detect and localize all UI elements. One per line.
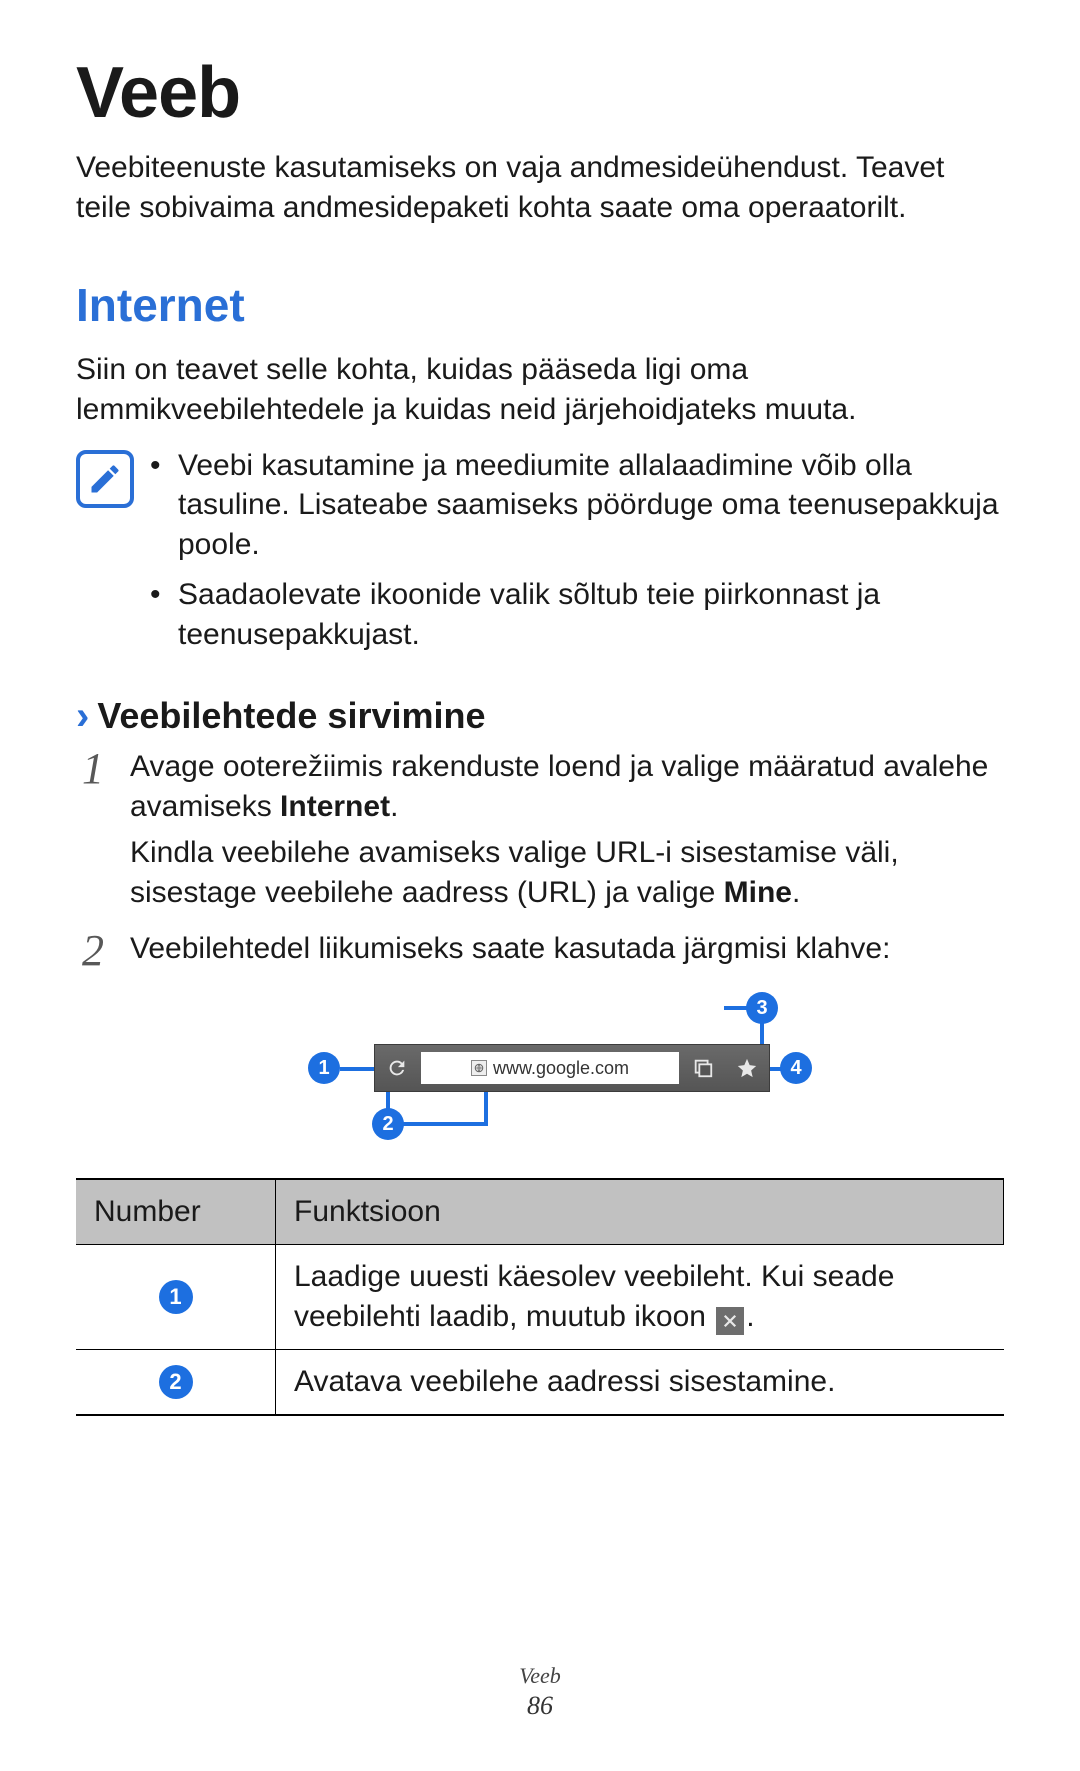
table-text: Avatava veebilehe aadressi sisestamine. (294, 1365, 835, 1398)
step-body: Avage ooterežiimis rakenduste loend ja v… (130, 747, 1004, 919)
section-heading-internet: Internet (76, 278, 1004, 332)
windows-icon (681, 1045, 725, 1091)
table-header-row: Number Funktsioon (76, 1180, 1004, 1245)
sub-heading: › Veebilehtede sirvimine (76, 695, 1004, 737)
table-cell-number: 1 (76, 1245, 276, 1349)
section-intro-text: Siin on teavet selle kohta, kuidas pääse… (76, 350, 1004, 430)
note-item: Saadaolevate ikoonide valik sõltub teie … (150, 575, 1004, 655)
diagram-container: www.google.com 1 2 3 4 (76, 992, 1004, 1152)
function-table: Number Funktsioon 1 Laadige uuesti käeso… (76, 1178, 1004, 1416)
step-body: Veebilehtedel liikumiseks saate kasutada… (130, 929, 1004, 975)
table-text: Laadige uuesti käesolev veebileht. Kui s… (294, 1260, 894, 1333)
table-header-number: Number (76, 1180, 276, 1244)
favicon-icon (471, 1060, 487, 1076)
page-title: Veeb (76, 52, 1004, 134)
table-row: 2 Avatava veebilehe aadressi sisestamine… (76, 1350, 1004, 1414)
intro-paragraph: Veebiteenuste kasutamiseks on vaja andme… (76, 148, 1004, 228)
step-number: 1 (76, 747, 110, 791)
sub-heading-text: Veebilehtede sirvimine (97, 695, 485, 737)
document-page: Veeb Veebiteenuste kasutamiseks on vaja … (0, 0, 1080, 1771)
note-pencil-icon (76, 450, 134, 508)
url-bar: www.google.com (374, 1044, 770, 1092)
step-number: 2 (76, 929, 110, 973)
browser-urlbar-diagram: www.google.com 1 2 3 4 (260, 992, 820, 1152)
step-text: Avage ooterežiimis rakenduste loend ja v… (130, 750, 988, 823)
table-cell-function: Laadige uuesti käesolev veebileht. Kui s… (276, 1245, 1004, 1349)
callout-badge: 2 (372, 1108, 404, 1140)
number-badge: 2 (159, 1365, 193, 1399)
note-block: Veebi kasutamine ja meediumite allalaadi… (76, 446, 1004, 665)
number-badge: 1 (159, 1280, 193, 1314)
table-cell-function: Avatava veebilehe aadressi sisestamine. (276, 1350, 1004, 1414)
footer-section-name: Veeb (0, 1663, 1080, 1689)
cancel-x-icon (716, 1307, 744, 1335)
step-item: 2 Veebilehtedel liikumiseks saate kasuta… (76, 929, 1004, 975)
table-row: 1 Laadige uuesti käesolev veebileht. Kui… (76, 1245, 1004, 1350)
step-bold: Internet (280, 790, 390, 823)
note-list: Veebi kasutamine ja meediumite allalaadi… (150, 446, 1004, 665)
step-text: Veebilehtedel liikumiseks saate kasutada… (130, 929, 1004, 969)
url-text: www.google.com (493, 1058, 629, 1079)
url-field: www.google.com (421, 1052, 679, 1084)
page-footer: Veeb 86 (0, 1663, 1080, 1721)
step-bold: Mine (724, 876, 792, 909)
step-text: . (792, 876, 800, 909)
callout-badge: 3 (746, 992, 778, 1024)
note-item: Veebi kasutamine ja meediumite allalaadi… (150, 446, 1004, 566)
callout-badge: 4 (780, 1052, 812, 1084)
step-item: 1 Avage ooterežiimis rakenduste loend ja… (76, 747, 1004, 919)
callout-badge: 1 (308, 1052, 340, 1084)
table-cell-number: 2 (76, 1350, 276, 1414)
step-text: . (390, 790, 398, 823)
page-number: 86 (0, 1691, 1080, 1721)
chevron-right-icon: › (76, 696, 89, 736)
callout-lead (340, 1067, 376, 1071)
table-header-function: Funktsioon (276, 1180, 1004, 1244)
refresh-icon (375, 1045, 419, 1091)
star-icon (725, 1045, 769, 1091)
table-text: . (746, 1300, 754, 1333)
